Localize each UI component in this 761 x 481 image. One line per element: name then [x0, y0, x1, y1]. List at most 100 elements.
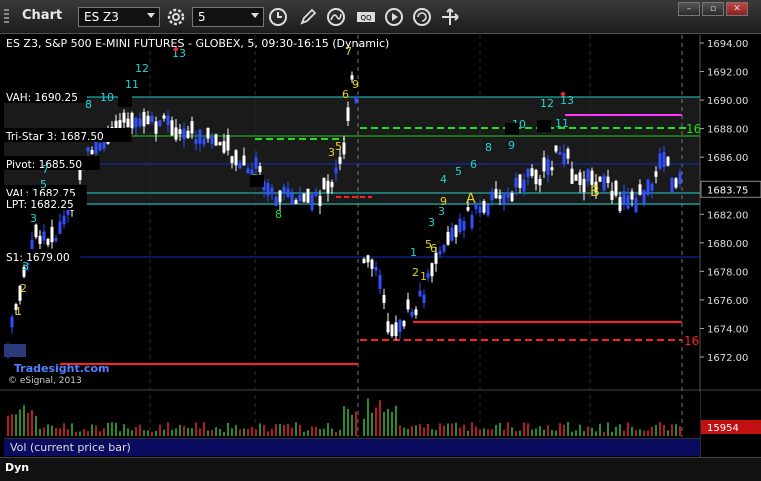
- candle-body: [654, 171, 658, 177]
- candle-body: [618, 196, 622, 212]
- pencil-icon[interactable]: [296, 5, 320, 29]
- candle-body: [154, 121, 158, 134]
- candle-body: [386, 321, 390, 333]
- refresh-icon[interactable]: [410, 5, 434, 29]
- setup-count-label: 8: [485, 141, 492, 154]
- close-button[interactable]: ✕: [726, 2, 748, 16]
- candle-body: [506, 192, 510, 198]
- candle-body: [550, 167, 554, 171]
- candle-body: [102, 142, 106, 149]
- move-icon[interactable]: [438, 5, 462, 29]
- candle-body: [286, 188, 290, 197]
- price-chart[interactable]: 1694.001692.001690.001688.001686.001684.…: [0, 35, 761, 481]
- setup-count-label: 1: [420, 270, 427, 283]
- point-a-label: A: [466, 191, 476, 207]
- setup-count-label: 8: [85, 98, 92, 111]
- candle-body: [366, 255, 370, 263]
- candle-body: [54, 237, 58, 242]
- candle-body: [510, 192, 514, 202]
- setup-count-label: 6: [470, 158, 477, 171]
- setup-count-label: 3: [30, 212, 37, 225]
- candle-body: [486, 204, 490, 216]
- candle-body: [390, 324, 394, 337]
- price-tick-label: 1672.00: [707, 353, 748, 364]
- candle-body: [94, 141, 98, 154]
- candle-body: [598, 176, 602, 182]
- candle-body: [342, 142, 346, 155]
- count-box: [537, 120, 551, 132]
- candle-body: [214, 134, 218, 146]
- grip-icon[interactable]: [4, 9, 9, 25]
- candle-body: [622, 191, 626, 204]
- setup-count-label: 6: [342, 88, 349, 101]
- candle-body: [382, 295, 386, 303]
- setup-count-label: 3: [22, 260, 29, 273]
- symbol-dropdown[interactable]: ES Z3: [78, 7, 160, 27]
- candle-body: [438, 251, 442, 255]
- candle-body: [602, 175, 606, 191]
- candle-body: [546, 159, 550, 175]
- candle-body: [270, 187, 274, 195]
- restore-button[interactable]: ▫: [702, 2, 724, 16]
- app-title: Chart: [22, 8, 63, 23]
- clock-icon[interactable]: [266, 5, 290, 29]
- bottom-bar: [0, 457, 761, 481]
- candle-body: [482, 201, 486, 213]
- candle-body: [446, 231, 450, 245]
- candle-body: [182, 128, 186, 140]
- candle-body: [34, 224, 38, 238]
- candle-body: [498, 195, 502, 199]
- candle-body: [678, 172, 682, 185]
- setup-count-label: 7: [42, 163, 49, 176]
- candle-body: [626, 195, 630, 209]
- candle-body: [278, 190, 282, 203]
- setup-count-label: 2: [412, 266, 419, 279]
- candle-body: [402, 320, 406, 327]
- play-icon[interactable]: [382, 5, 406, 29]
- candle-body: [226, 134, 230, 151]
- candle-body: [634, 198, 638, 213]
- candle-body: [330, 182, 334, 188]
- right-count-label: 16: [684, 334, 699, 348]
- candle-body: [222, 141, 226, 153]
- candle-body: [50, 226, 54, 243]
- candle-body: [178, 129, 182, 135]
- dyn-button[interactable]: Dyn: [5, 461, 29, 474]
- price-tick-label: 1690.00: [707, 96, 748, 107]
- candle-body: [418, 290, 422, 297]
- candle-body: [198, 129, 202, 144]
- candle-body: [318, 195, 322, 206]
- candle-body: [570, 168, 574, 184]
- level-label: LPT: 1682.25: [6, 199, 74, 211]
- candle-body: [630, 191, 634, 200]
- interval-dropdown[interactable]: 5: [192, 7, 264, 27]
- candle-body: [646, 179, 650, 195]
- candle-body: [562, 152, 566, 165]
- price-tick-label: 1692.00: [707, 68, 748, 79]
- candle-body: [662, 152, 666, 168]
- candle-body: [406, 299, 410, 310]
- candle-body: [558, 151, 562, 155]
- candle-body: [458, 218, 462, 233]
- setup-count-label: 5: [455, 165, 462, 178]
- candle-body: [394, 322, 398, 337]
- candle-body: [378, 274, 382, 290]
- setup-count-label: 8: [275, 208, 282, 221]
- candle-body: [98, 143, 102, 151]
- right-count-label: 16: [686, 122, 701, 136]
- price-tick-label: 1682.00: [707, 210, 748, 221]
- candle-body: [162, 115, 166, 119]
- candle-body: [274, 196, 278, 207]
- settings-icon[interactable]: [164, 5, 188, 29]
- setup-count-label: 12: [540, 97, 554, 110]
- quote-icon[interactable]: QQ: [354, 5, 378, 29]
- setup-count-label: 13: [560, 94, 574, 107]
- minimize-button[interactable]: –: [678, 2, 700, 16]
- candle-body: [470, 215, 474, 229]
- price-tick-label: 1688.00: [707, 125, 748, 136]
- curve-icon[interactable]: [324, 5, 348, 29]
- point-b-label: B: [590, 184, 600, 200]
- candle-body: [190, 121, 194, 134]
- price-tick-label: 1676.00: [707, 296, 748, 307]
- candle-body: [246, 168, 250, 174]
